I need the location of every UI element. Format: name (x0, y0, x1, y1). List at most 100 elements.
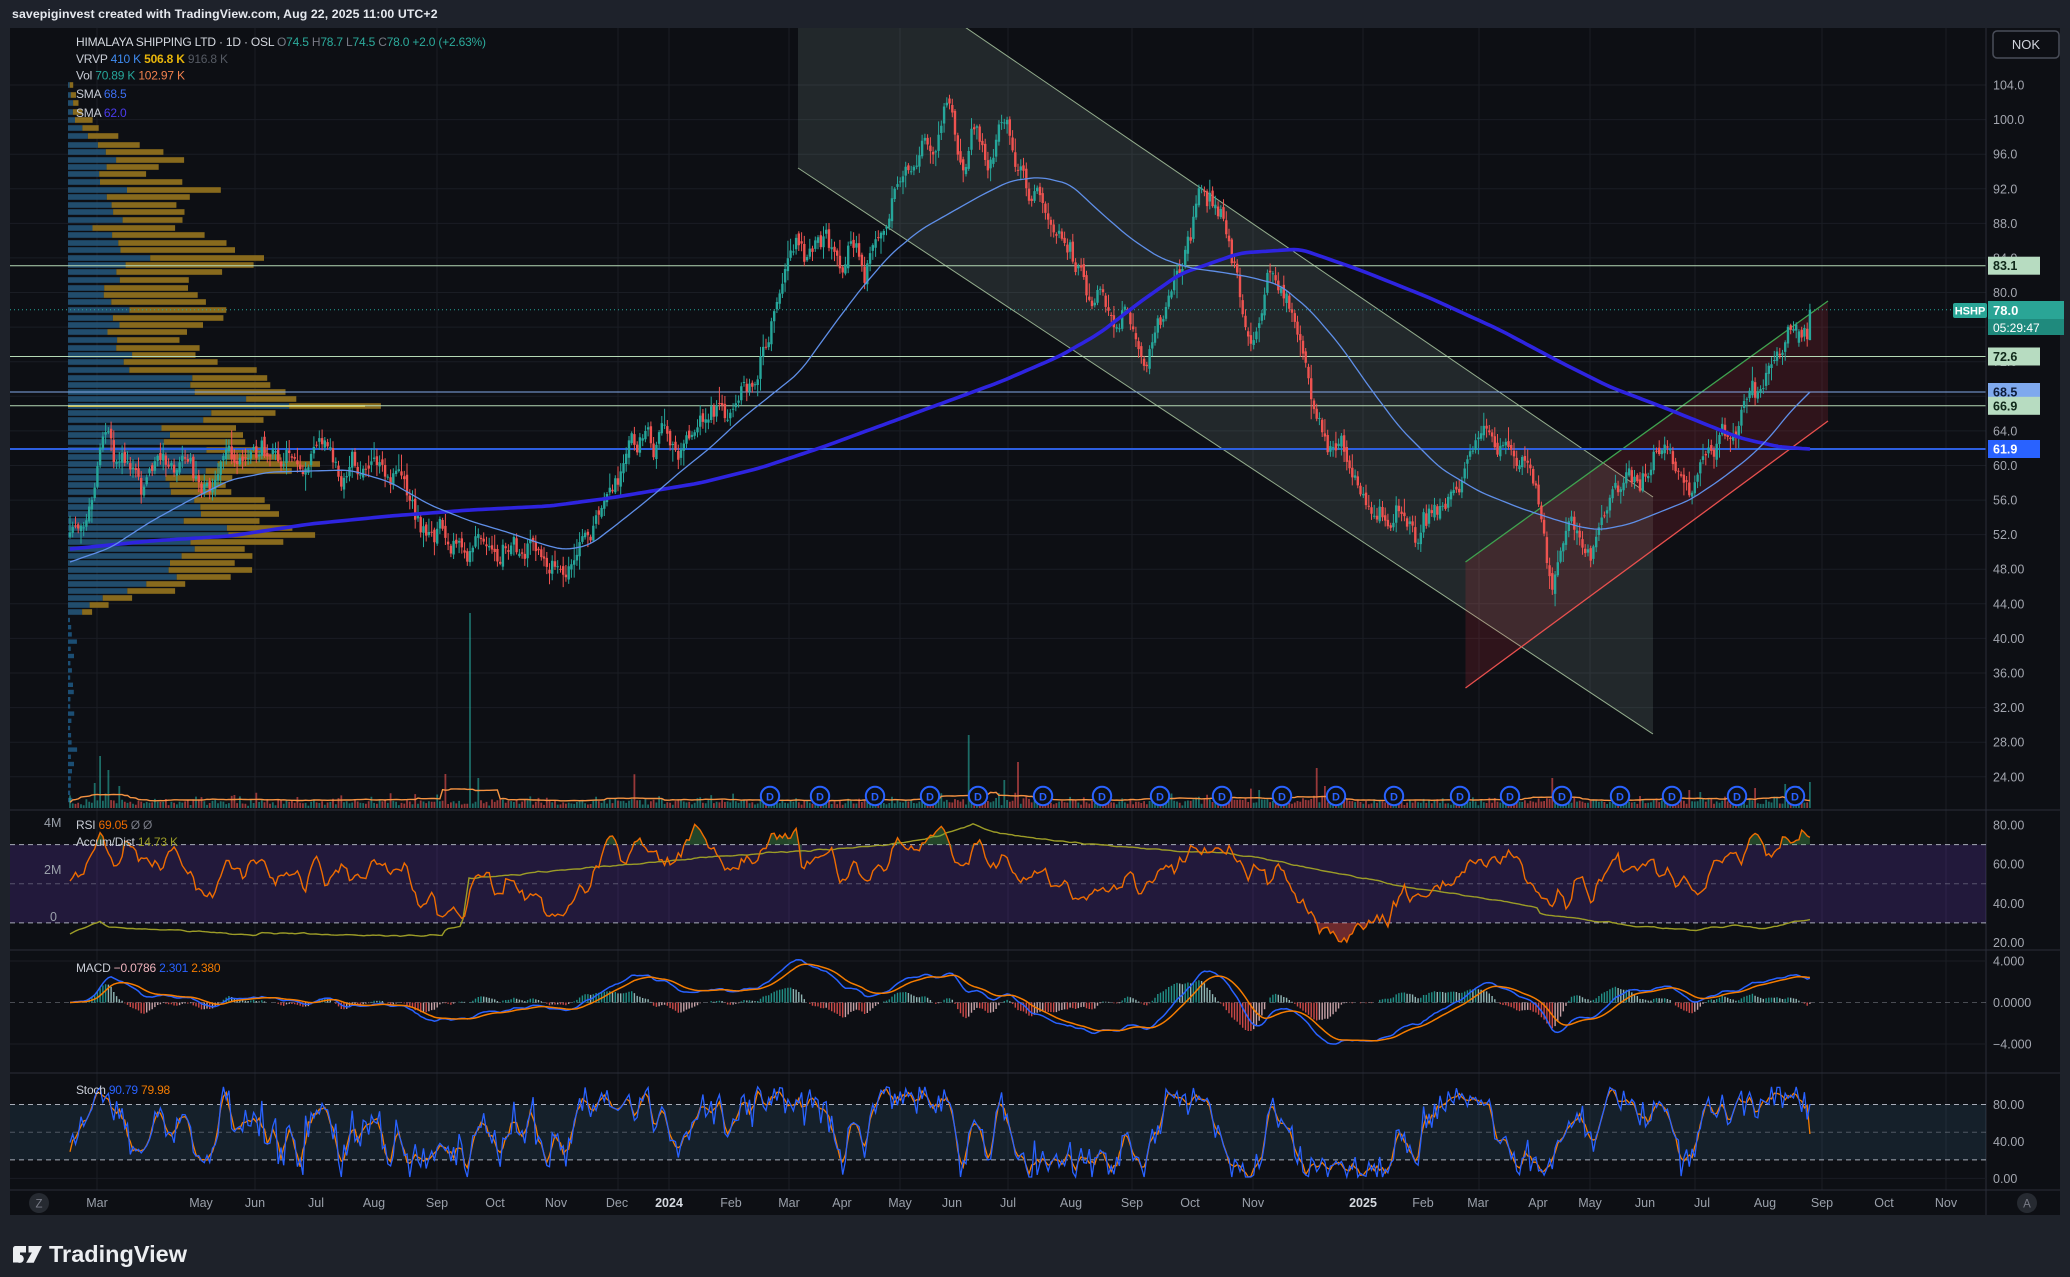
svg-text:Jun: Jun (942, 1196, 962, 1210)
svg-text:32.00: 32.00 (1993, 701, 2024, 715)
svg-text:HSHP: HSHP (1955, 306, 1986, 318)
svg-text:D: D (1390, 792, 1398, 804)
svg-text:96.0: 96.0 (1993, 148, 2017, 162)
svg-text:80.0: 80.0 (1993, 286, 2017, 300)
svg-text:72.6: 72.6 (1993, 350, 2017, 364)
svg-text:88.0: 88.0 (1993, 217, 2017, 231)
svg-text:Mar: Mar (86, 1196, 108, 1210)
svg-text:4.000: 4.000 (1993, 955, 2024, 969)
svg-text:HIMALAYA SHIPPING LTD · 1D · O: HIMALAYA SHIPPING LTD · 1D · OSL O74.5 H… (76, 35, 486, 49)
svg-text:78.0: 78.0 (1993, 303, 2018, 318)
svg-text:0.0000: 0.0000 (1993, 996, 2031, 1010)
svg-text:A: A (2023, 1199, 2031, 1211)
svg-text:D: D (1278, 792, 1286, 804)
svg-text:Oct: Oct (1874, 1196, 1894, 1210)
svg-text:20.00: 20.00 (1993, 936, 2024, 950)
svg-text:Feb: Feb (1412, 1196, 1434, 1210)
svg-text:0: 0 (50, 910, 57, 924)
svg-text:Apr: Apr (1528, 1196, 1547, 1210)
svg-text:D: D (1456, 792, 1464, 804)
svg-text:May: May (189, 1196, 213, 1210)
svg-text:Dec: Dec (606, 1196, 628, 1210)
svg-text:Sep: Sep (426, 1196, 448, 1210)
svg-text:VRVP 410 K 506.8 K 916.8 K: VRVP 410 K 506.8 K 916.8 K (76, 52, 228, 66)
svg-text:May: May (888, 1196, 912, 1210)
svg-text:Jul: Jul (308, 1196, 324, 1210)
svg-text:Mar: Mar (1467, 1196, 1489, 1210)
svg-text:SMA 68.5: SMA 68.5 (76, 87, 127, 101)
svg-text:Aug: Aug (1060, 1196, 1082, 1210)
svg-text:2M: 2M (44, 863, 61, 877)
svg-text:Aug: Aug (363, 1196, 385, 1210)
svg-text:40.00: 40.00 (1993, 897, 2024, 911)
svg-text:Z: Z (35, 1199, 42, 1211)
svg-text:Nov: Nov (545, 1196, 568, 1210)
svg-text:Jun: Jun (245, 1196, 265, 1210)
svg-text:61.9: 61.9 (1993, 443, 2017, 457)
svg-text:Stoch 90.79 79.98: Stoch 90.79 79.98 (76, 1083, 171, 1097)
svg-text:05:29:47: 05:29:47 (1993, 321, 2040, 335)
svg-text:D: D (1039, 792, 1047, 804)
svg-text:Jul: Jul (1694, 1196, 1710, 1210)
svg-text:40.00: 40.00 (1993, 1135, 2024, 1149)
svg-text:D: D (871, 792, 879, 804)
svg-text:Feb: Feb (720, 1196, 742, 1210)
svg-text:D: D (1156, 792, 1164, 804)
svg-text:Accum/Dist 14.73 K: Accum/Dist 14.73 K (76, 835, 178, 849)
svg-text:D: D (1506, 792, 1514, 804)
svg-text:Oct: Oct (485, 1196, 505, 1210)
svg-text:66.9: 66.9 (1993, 399, 2017, 413)
svg-text:Mar: Mar (778, 1196, 800, 1210)
svg-text:D: D (1668, 792, 1676, 804)
svg-text:D: D (1558, 792, 1566, 804)
svg-text:D: D (1791, 792, 1799, 804)
svg-text:24.00: 24.00 (1993, 770, 2024, 784)
svg-text:40.00: 40.00 (1993, 632, 2024, 646)
svg-text:D: D (1218, 792, 1226, 804)
svg-text:Sep: Sep (1811, 1196, 1833, 1210)
svg-text:52.0: 52.0 (1993, 528, 2017, 542)
svg-text:80.00: 80.00 (1993, 819, 2024, 833)
svg-text:Jul: Jul (1000, 1196, 1016, 1210)
svg-text:0.00: 0.00 (1993, 1172, 2017, 1186)
svg-text:83.1: 83.1 (1993, 259, 2017, 273)
svg-text:104.0: 104.0 (1993, 79, 2024, 93)
svg-text:64.0: 64.0 (1993, 424, 2017, 438)
svg-text:4M: 4M (44, 816, 61, 830)
svg-text:RSI 69.05 Ø Ø: RSI 69.05 Ø Ø (76, 818, 152, 832)
svg-text:60.0: 60.0 (1993, 459, 2017, 473)
svg-text:2024: 2024 (655, 1196, 683, 1210)
svg-text:Sep: Sep (1121, 1196, 1143, 1210)
svg-text:SMA 62.0: SMA 62.0 (76, 106, 127, 120)
svg-text:D: D (974, 792, 982, 804)
svg-text:MACD −0.0786 2.301 2.380: MACD −0.0786 2.301 2.380 (76, 961, 221, 975)
svg-text:28.00: 28.00 (1993, 736, 2024, 750)
svg-text:NOK: NOK (2012, 37, 2041, 52)
svg-text:44.00: 44.00 (1993, 597, 2024, 611)
svg-text:80.00: 80.00 (1993, 1098, 2024, 1112)
svg-text:Apr: Apr (832, 1196, 851, 1210)
svg-text:48.00: 48.00 (1993, 563, 2024, 577)
svg-text:D: D (1098, 792, 1106, 804)
svg-text:60.00: 60.00 (1993, 858, 2024, 872)
svg-text:Oct: Oct (1180, 1196, 1200, 1210)
svg-text:56.0: 56.0 (1993, 494, 2017, 508)
svg-text:D: D (1733, 792, 1741, 804)
svg-text:D: D (1616, 792, 1624, 804)
svg-text:D: D (1332, 792, 1340, 804)
svg-text:Nov: Nov (1935, 1196, 1958, 1210)
svg-text:2025: 2025 (1349, 1196, 1377, 1210)
svg-text:TradingView: TradingView (49, 1241, 188, 1267)
svg-text:92.0: 92.0 (1993, 182, 2017, 196)
svg-text:May: May (1578, 1196, 1602, 1210)
svg-text:−4.000: −4.000 (1993, 1038, 2032, 1052)
svg-text:D: D (766, 792, 774, 804)
svg-text:Vol 70.89 K 102.97 K: Vol 70.89 K 102.97 K (76, 69, 185, 83)
svg-text:100.0: 100.0 (1993, 113, 2024, 127)
svg-text:36.00: 36.00 (1993, 667, 2024, 681)
svg-text:Jun: Jun (1635, 1196, 1655, 1210)
svg-text:Nov: Nov (1242, 1196, 1265, 1210)
svg-text:Aug: Aug (1754, 1196, 1776, 1210)
svg-text:D: D (926, 792, 934, 804)
svg-text:D: D (816, 792, 824, 804)
